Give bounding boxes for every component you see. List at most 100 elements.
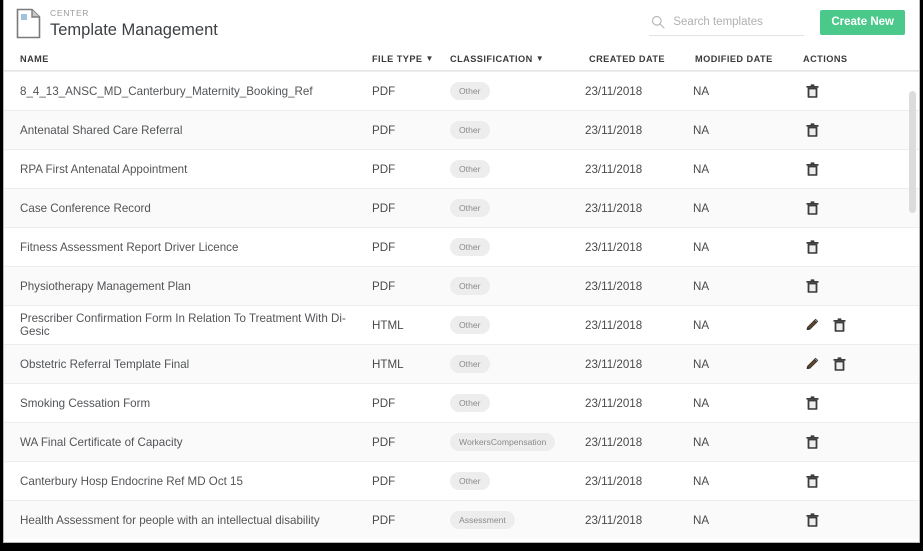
column-header-actions: ACTIONS [803,54,903,64]
search-box[interactable] [649,9,805,36]
trash-icon[interactable] [805,473,819,489]
table-row[interactable]: Case Conference Record PDF Other 23/11/2018… [4,188,919,227]
file-type: PDF [372,123,396,137]
table-row[interactable]: Smoking Cessation Form PDF Other 23/11/2018… [4,383,919,422]
column-header-created-date-label: CREATED DATE [589,53,666,64]
trash-icon[interactable] [805,161,819,177]
template-name: Health Assessment for people with an int… [20,513,320,527]
pencil-icon[interactable] [805,357,819,372]
created-date: 23/11/2018 [585,201,643,215]
column-header-classification[interactable]: CLASSIFICATION ▼ [450,54,585,64]
create-new-button[interactable]: Create New [820,10,905,35]
classification-cell: Other [450,160,585,178]
table-row[interactable]: Physiotherapy Management Plan PDF Other 23/… [4,266,919,305]
classification-badge: Other [450,199,490,217]
modified-date: NA [693,279,710,293]
actions-cell [803,434,903,450]
created-date: 23/11/2018 [585,279,643,293]
column-header-modified-date[interactable]: MODIFIED DATE [693,54,803,64]
page-header: CENTER Template Management Create New [4,0,919,47]
actions-cell [803,356,903,372]
classification-cell: Other [450,121,585,139]
trash-icon[interactable] [805,83,819,99]
template-name: Smoking Cessation Form [20,396,151,410]
column-header-name-label: NAME [20,53,49,64]
classification-cell: Other [450,355,585,373]
table-row[interactable]: Antenatal Shared Care Referral PDF Other 23… [4,110,919,149]
document-icon [16,8,41,39]
trash-icon[interactable] [805,395,819,411]
actions-cell [803,278,903,294]
file-type: PDF [372,201,396,215]
filter-icon-file-type[interactable]: ▼ [426,54,434,63]
trash-icon[interactable] [805,122,819,138]
actions-group [803,473,903,489]
modified-date: NA [693,357,710,371]
template-name: Canterbury Hosp Endocrine Ref MD Oct 15 [20,474,243,488]
column-header-created-date[interactable]: CREATED DATE [585,54,693,64]
table-body: 8_4_13_ANSC_MD_Canterbury_Maternity_Book… [4,71,919,539]
trash-icon[interactable] [805,278,819,294]
file-type: PDF [372,396,396,410]
file-type: PDF [372,240,396,254]
column-header-file-type[interactable]: FILE TYPE ▼ [372,54,450,64]
classification-badge: Other [450,160,490,178]
actions-group [803,434,903,450]
classification-badge: Other [450,394,490,412]
actions-group [803,278,903,294]
table-row[interactable]: RPA First Antenatal Appointment PDF Other 2… [4,149,919,188]
search-input[interactable] [673,16,802,28]
classification-badge: WorkersCompensation [450,433,556,451]
trash-icon[interactable] [805,239,819,255]
actions-cell [803,83,903,99]
actions-cell [803,512,903,528]
trash-icon[interactable] [805,512,819,528]
trash-icon[interactable] [805,200,819,216]
file-type: PDF [372,474,396,488]
classification-cell: Other [450,394,585,412]
classification-cell: Other [450,82,585,100]
table-row[interactable]: Obstetric Referral Template Final HTML Oth… [4,344,919,383]
table-row[interactable]: Health Assessment for people with an int… [4,500,919,539]
template-name: WA Final Certificate of Capacity [20,435,183,449]
file-type: PDF [372,513,396,527]
classification-cell: Other [450,316,585,334]
actions-group [803,239,903,255]
table-scrollbar-thumb[interactable] [909,91,916,213]
app-window: CENTER Template Management Create New NA… [3,0,920,543]
table-row[interactable]: 8_4_13_ANSC_MD_Canterbury_Maternity_Book… [4,71,919,110]
created-date: 23/11/2018 [585,318,643,332]
actions-group [803,122,903,138]
table-row[interactable]: Canterbury Hosp Endocrine Ref MD Oct 15 P… [4,461,919,500]
filter-icon-classification[interactable]: ▼ [536,54,544,63]
column-header-name[interactable]: NAME [20,54,372,64]
created-date: 23/11/2018 [585,513,643,527]
trash-icon[interactable] [805,434,819,450]
classification-badge: Other [450,238,490,256]
template-name: Obstetric Referral Template Final [20,357,190,371]
column-header-modified-date-label: MODIFIED DATE [695,53,773,64]
modified-date: NA [693,435,710,449]
actions-cell [803,239,903,255]
column-header-classification-label: CLASSIFICATION [450,53,533,64]
template-name: Fitness Assessment Report Driver Licence [20,240,239,254]
modified-date: NA [693,123,710,137]
template-name: Physiotherapy Management Plan [20,279,191,293]
table-row[interactable]: WA Final Certificate of Capacity PDF Worke… [4,422,919,461]
classification-cell: Assessment [450,511,585,529]
template-table: NAME FILE TYPE ▼ CLASSIFICATION ▼ CREATED … [4,47,919,542]
pencil-icon[interactable] [805,318,819,333]
classification-badge: Other [450,121,490,139]
table-scrollbar-track[interactable] [909,71,916,542]
table-row[interactable]: Fitness Assessment Report Driver Licence… [4,227,919,266]
modified-date: NA [693,396,710,410]
title-block: CENTER Template Management [50,8,218,40]
page-title: Template Management [50,20,218,39]
table-header-row: NAME FILE TYPE ▼ CLASSIFICATION ▼ CREATED … [4,47,919,71]
classification-badge: Other [450,355,490,373]
classification-badge: Other [450,316,490,334]
trash-icon[interactable] [832,356,846,372]
trash-icon[interactable] [832,317,846,333]
actions-group [803,395,903,411]
table-row[interactable]: Prescriber Confirmation Form In Relation… [4,305,919,344]
